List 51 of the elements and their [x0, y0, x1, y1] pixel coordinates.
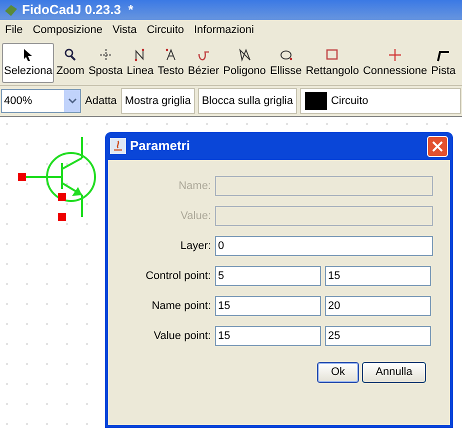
search-icon [63, 48, 78, 62]
toggle-button[interactable]: Mostra griglia [120, 88, 195, 114]
input-field[interactable]: 15 [325, 266, 431, 286]
input-field[interactable]: 20 [325, 296, 431, 316]
menu-item[interactable]: Composizione [32, 22, 102, 38]
input-field[interactable]: 15 [215, 326, 321, 346]
field-label: Value: [180, 208, 211, 224]
dialog-title: Parametri [130, 137, 191, 156]
toggle-button[interactable]: Blocca sulla griglia [198, 88, 297, 114]
tool-button[interactable]: Zoom [54, 42, 86, 82]
tool-button[interactable]: Poligono [221, 42, 268, 82]
field-label: Control point: [144, 268, 211, 284]
menu-item[interactable]: Vista [112, 22, 137, 38]
app-icon [4, 3, 18, 17]
java-icon [110, 138, 126, 154]
dialog-button[interactable]: Annulla [362, 362, 426, 383]
field-label: Layer: [179, 238, 211, 254]
cross-icon [388, 48, 402, 62]
input-field[interactable]: 25 [325, 326, 431, 346]
input-field[interactable]: 15 [215, 296, 321, 316]
zoom-combo[interactable]: 400% [1, 89, 81, 113]
tool-button[interactable]: Linea [124, 42, 156, 82]
tool-button[interactable]: Bézier [186, 42, 222, 82]
tool-button[interactable]: Pista [429, 42, 458, 82]
tool-button[interactable]: Connessione [360, 42, 430, 82]
tool-button[interactable]: Rettangolo [304, 42, 361, 82]
close-button[interactable] [427, 136, 448, 156]
field-label: Value point: [152, 328, 211, 344]
field-label: Name point: [150, 298, 211, 314]
track-icon [436, 48, 450, 62]
menu-item[interactable]: Circuito [146, 22, 184, 38]
move-icon [98, 48, 113, 62]
input-field[interactable]: 0 [215, 236, 433, 256]
tool-button[interactable]: Seleziona [2, 42, 54, 82]
text-icon [164, 48, 178, 62]
rectangle-icon [325, 48, 340, 62]
polygon-icon [238, 48, 252, 62]
field-label: Name: [178, 178, 211, 194]
dialog-button[interactable]: Ok [317, 362, 359, 383]
ellipse-icon [278, 48, 293, 62]
tool-button[interactable]: Ellisse [268, 42, 304, 82]
tool-button[interactable]: Testo [156, 42, 186, 82]
input-field[interactable]: 5 [215, 266, 321, 286]
fit-button[interactable]: Adatta [84, 89, 118, 113]
tool-button[interactable]: Sposta [86, 42, 125, 82]
chevron-down-icon [68, 98, 76, 104]
window-title: FidoCadJ 0.23.3 * [22, 1, 134, 20]
close-icon [432, 140, 443, 152]
menu-item[interactable]: File [5, 22, 23, 38]
menu-item[interactable]: Informazioni [194, 22, 254, 38]
layer-combo[interactable]: Circuito [300, 88, 461, 114]
